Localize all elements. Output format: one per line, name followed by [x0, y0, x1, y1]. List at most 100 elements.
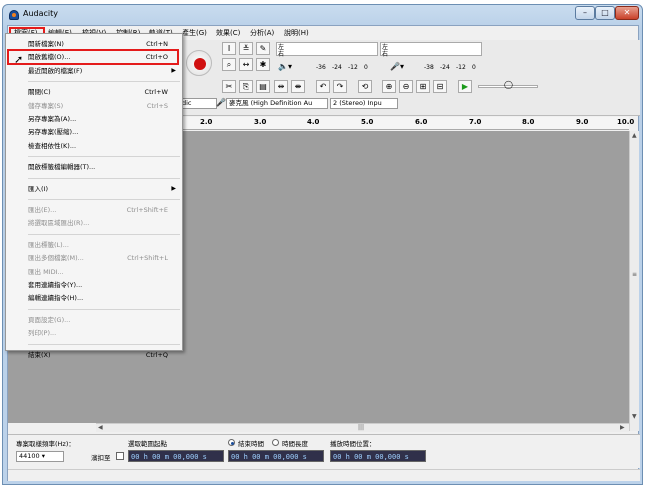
record-button[interactable] — [186, 50, 212, 76]
playback-meter[interactable] — [276, 42, 378, 56]
menu-separator — [28, 343, 180, 345]
meter-scale-0: 0 — [364, 64, 368, 71]
menu-effect[interactable]: 效果(C) — [214, 28, 242, 39]
cut-icon[interactable]: ✂ — [222, 80, 236, 93]
file-menu-item-label: 結束(X) — [28, 350, 51, 359]
mic-device-select[interactable]: 麥克風 (High Definition Au — [226, 98, 328, 109]
open-item-highlight — [7, 49, 179, 65]
file-menu-item[interactable]: 開啟標籤檔編輯器(T)... — [8, 161, 180, 173]
minimize-button[interactable]: – — [575, 6, 595, 20]
file-menu-item-shortcut: Ctrl+S — [146, 101, 168, 110]
snap-to-checkbox[interactable] — [116, 452, 124, 460]
file-menu-item: 匯出 MIDI... — [8, 266, 180, 278]
snap-to-label: 濱扣至 — [91, 454, 111, 462]
ruler-tick: 10.0 — [617, 118, 635, 126]
selection-start-label: 選取範圍起點 — [128, 440, 167, 448]
file-menu-item-label: 最近開啟的檔案(F) — [28, 66, 83, 75]
file-menu-item: 將選取區域匯出(R)... — [8, 217, 180, 229]
zoom-in-icon[interactable]: ⊕ — [382, 80, 396, 93]
file-menu-item[interactable]: 另存專案為(A)... — [8, 113, 180, 125]
zoom-out-icon[interactable]: ⊖ — [399, 80, 413, 93]
paste-icon[interactable]: ▤ — [256, 80, 270, 93]
file-menu-item-label: 匯出多個檔案(M)... — [28, 254, 84, 263]
project-rate-select[interactable]: 44100 ▾ — [16, 451, 64, 462]
envelope-tool-icon[interactable]: ≚ — [239, 42, 253, 55]
menu-generate[interactable]: 產生(G) — [180, 28, 209, 39]
scroll-down-icon[interactable]: ▼ — [632, 413, 637, 420]
file-menu-item-shortcut: Ctrl+Q — [145, 350, 168, 359]
scroll-left-icon[interactable]: ◀ — [98, 424, 103, 431]
file-menu-item[interactable]: 匯入(I) ▶ — [8, 183, 180, 195]
scroll-up-icon[interactable]: ▲ — [632, 132, 637, 139]
channels-select[interactable]: 2 (Stereo) Inpu — [330, 98, 398, 109]
file-menu-item: 頁面設定(G)... — [8, 314, 180, 326]
mic-device-icon: 🎤 — [216, 98, 226, 107]
play-at-speed-icon[interactable]: ▶ — [458, 80, 472, 93]
window-title: Audacity — [23, 9, 59, 18]
speed-slider-thumb-icon[interactable]: ◯ — [504, 80, 513, 89]
file-menu-item[interactable]: 關閉(C) Ctrl+W — [8, 86, 180, 98]
fit-project-icon[interactable]: ⊟ — [433, 80, 447, 93]
file-menu-item[interactable]: 套用連續指令(Y)... — [8, 279, 180, 291]
meter-scale-36: -36 — [316, 64, 326, 71]
silence-icon[interactable]: ⇼ — [291, 80, 305, 93]
hscroll-grip-icon[interactable]: ||| — [358, 424, 364, 431]
vertical-scrollbar[interactable]: ▲ ≡ ▼ — [629, 131, 639, 431]
file-menu-item[interactable]: 最近開啟的檔案(F) ▶ — [8, 65, 180, 77]
menu-help[interactable]: 說明(H) — [282, 28, 311, 39]
menu-separator — [28, 156, 180, 158]
length-radio[interactable] — [272, 439, 279, 446]
sync-lock-icon[interactable]: ⟲ — [358, 80, 372, 93]
file-menu-item-label: 編輯連續指令(H)... — [28, 294, 84, 303]
zoom-tool-icon[interactable]: ⌕ — [222, 58, 236, 71]
file-menu-item-shortcut: Ctrl+W — [144, 88, 168, 97]
submenu-arrow-icon: ▶ — [171, 184, 176, 192]
file-menu-item: 儲存專案(S) Ctrl+S — [8, 100, 180, 112]
selection-end-time[interactable]: 00 h 00 m 00,000 s — [228, 450, 324, 462]
ruler-tick: 7.0 — [469, 118, 482, 126]
close-button[interactable]: ✕ — [615, 6, 639, 20]
scroll-right-icon[interactable]: ▶ — [620, 424, 625, 431]
trim-icon[interactable]: ⇹ — [274, 80, 288, 93]
audio-host-select[interactable]: dic — [179, 98, 217, 109]
speaker-icon[interactable]: 🔈▾ — [278, 62, 292, 71]
file-menu-item[interactable]: 編輯連續指令(H)... — [8, 292, 180, 304]
multi-tool-icon[interactable]: ✱ — [256, 58, 270, 71]
meter-scale-b-38: -38 — [424, 64, 434, 71]
file-menu-item[interactable]: 結束(X) Ctrl+Q — [8, 349, 180, 361]
ruler-tick: 6.0 — [415, 118, 428, 126]
ruler-tick: 2.0 — [200, 118, 213, 126]
fit-selection-icon[interactable]: ⊞ — [416, 80, 430, 93]
horizontal-scrollbar[interactable]: ◀ ||| ▶ — [96, 423, 629, 432]
redo-icon[interactable]: ↷ — [333, 80, 347, 93]
file-menu-item-shortcut: Ctrl+Shift+E — [126, 206, 168, 214]
ruler-tick: 9.0 — [576, 118, 589, 126]
file-menu-item: 匯出標籤(L)... — [8, 239, 180, 251]
ruler-tick: 8.0 — [522, 118, 535, 126]
menu-analyze[interactable]: 分析(A) — [248, 28, 276, 39]
file-menu-item-label: 匯入(I) — [28, 184, 48, 193]
length-label: 時間長度 — [282, 440, 308, 448]
selection-start-time[interactable]: 00 h 00 m 00,000 s — [128, 450, 224, 462]
file-menu-item-label: 檢查相依性(K)... — [28, 141, 77, 150]
draw-tool-icon[interactable]: ✎ — [256, 42, 270, 55]
selection-tool-icon[interactable]: I — [222, 42, 236, 55]
undo-icon[interactable]: ↶ — [316, 80, 330, 93]
ruler-tick: 4.0 — [307, 118, 320, 126]
file-menu-item: 匯出(E)... Ctrl+Shift+E — [8, 204, 180, 216]
mouse-cursor-icon: ➚ — [14, 53, 24, 66]
record-meter[interactable] — [380, 42, 482, 56]
file-menu-item[interactable]: 檢查相依性(K)... — [8, 140, 180, 152]
scroll-grip-icon[interactable]: ≡ — [632, 271, 637, 278]
copy-icon[interactable]: ⎘ — [239, 80, 253, 93]
file-menu-item[interactable]: 另存專案(壓縮)... — [8, 126, 180, 138]
end-time-radio[interactable] — [228, 439, 235, 446]
mic-icon[interactable]: 🎤▾ — [390, 62, 404, 71]
selection-toolbar: 專案取樣頻率(Hz)： 44100 ▾ 濱扣至 選取範圍起點 00 h 00 m… — [8, 434, 640, 468]
file-menu-item-label: 開啟標籤檔編輯器(T)... — [28, 163, 96, 172]
timeshift-tool-icon[interactable]: ↔ — [239, 58, 253, 71]
file-menu-item-label: 匯出(E)... — [28, 206, 57, 214]
maximize-button[interactable]: □ — [595, 6, 615, 20]
audio-position-time[interactable]: 00 h 00 m 00,000 s — [330, 450, 426, 462]
file-menu-dropdown: 開新檔案(N) Ctrl+N 開啟舊檔(O)... Ctrl+O 最近開啟的檔案(F) ▶… — [5, 33, 183, 359]
